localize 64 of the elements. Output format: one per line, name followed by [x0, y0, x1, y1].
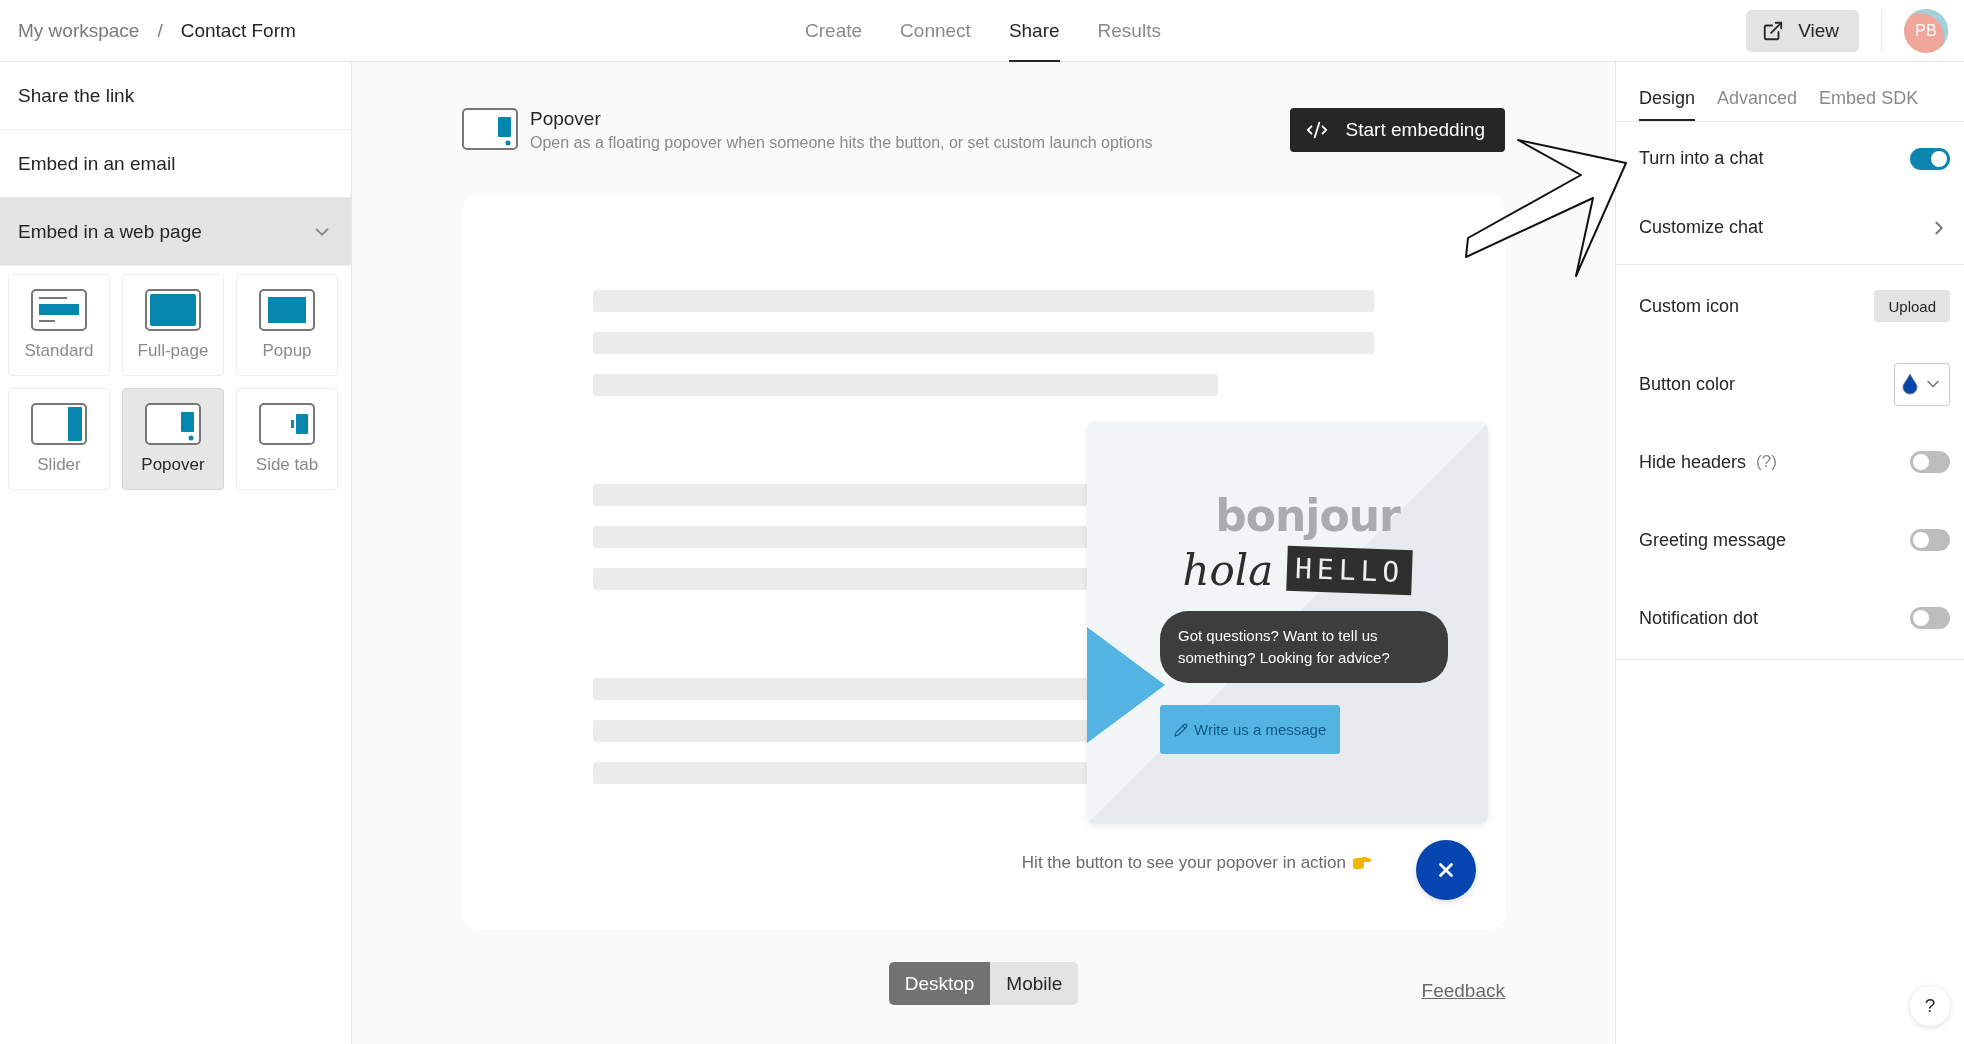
greeting-label: HELLO	[1286, 545, 1414, 596]
setting-label: Customize chat	[1639, 217, 1764, 238]
panel-tab[interactable]: Design	[1639, 62, 1696, 121]
embed-type-label: Slider	[37, 455, 81, 475]
device-toggle[interactable]: Desktop	[888, 962, 991, 1005]
embed-type-tile[interactable]: Full-page	[122, 274, 224, 376]
popup-layout-icon	[259, 289, 315, 331]
sidebar-item-label: Embed in an email	[18, 152, 176, 175]
sidebar-item[interactable]: Embed in a web page	[0, 198, 351, 266]
setting-label: Turn into a chat	[1639, 148, 1764, 169]
close-button[interactable]	[1416, 840, 1476, 900]
side-tab-layout-icon	[259, 403, 315, 445]
embed-type-label: Standard	[24, 341, 94, 361]
greeting-art-text: bonjour	[1215, 494, 1400, 538]
embed-type-label: Side tab	[255, 455, 319, 475]
slider-layout-icon	[31, 403, 87, 445]
setting-label: Custom icon	[1639, 295, 1740, 317]
embed-type-tile[interactable]: Slider	[8, 388, 110, 490]
chat-bubble: Got questions? Want to tell us something? Looking for advice?	[1160, 611, 1448, 683]
breadcrumb-link[interactable]: My workspace	[18, 20, 140, 42]
embed-type-tile[interactable]: Popup	[236, 274, 338, 376]
nav-tab[interactable]: Connect	[900, 0, 971, 62]
help-button[interactable]: ?	[1910, 986, 1950, 1026]
upload-button[interactable]: Upload	[1874, 290, 1950, 322]
nav-tab[interactable]: Create	[805, 0, 863, 62]
pointing-hand-icon	[1352, 856, 1372, 870]
greeting-art-text: hola	[1182, 546, 1274, 595]
device-toggle[interactable]: Mobile	[990, 962, 1079, 1005]
color-picker[interactable]	[1894, 362, 1950, 406]
form-title: Contact Form	[180, 20, 296, 42]
embed-type-tile[interactable]: Popover	[122, 388, 224, 490]
panel-tab[interactable]: Embed SDK	[1819, 62, 1919, 121]
view-button[interactable]: View	[1746, 10, 1859, 52]
toggle-switch[interactable]	[1910, 529, 1950, 551]
embed-type-label: Popup	[262, 341, 312, 361]
nav-tab[interactable]: Results	[1097, 0, 1161, 62]
write-message-button[interactable]: Write us a message	[1160, 705, 1341, 754]
sidebar-item-label: Share the link	[18, 84, 135, 107]
embed-description: Open as a floating popover when someone hits the button, or set custom launch options	[530, 133, 1153, 152]
preview-hint: Hit the button to see your popover in action	[1021, 853, 1346, 873]
setting-label: Notification dot	[1639, 607, 1759, 629]
setting-label: Hide headers	[1639, 451, 1747, 473]
toggle-switch[interactable]	[1910, 451, 1950, 473]
full-page-layout-icon	[145, 289, 201, 331]
start-embedding-button[interactable]: Start embedding	[1289, 107, 1505, 152]
toggle-switch[interactable]	[1910, 147, 1950, 170]
pencil-icon	[1174, 722, 1188, 737]
toggle-switch[interactable]	[1910, 607, 1950, 629]
setting-label: Greeting message	[1639, 529, 1787, 551]
popover-layout-icon	[145, 403, 201, 445]
embed-type-label: Full-page	[137, 341, 209, 361]
standard-layout-icon	[31, 289, 87, 331]
panel-tab[interactable]: Advanced	[1717, 62, 1798, 121]
embed-title: Popover	[530, 107, 602, 130]
external-link-icon	[1762, 20, 1785, 42]
popover-layout-icon	[462, 107, 518, 150]
sidebar-item-label: Embed in a web page	[18, 220, 202, 243]
help-hint[interactable]: (?)	[1756, 452, 1777, 472]
embed-type-tile[interactable]: Standard	[8, 274, 110, 376]
setting-label: Button color	[1639, 373, 1736, 395]
breadcrumb-separator: /	[157, 20, 163, 42]
embed-type-tile[interactable]: Side tab	[236, 388, 338, 490]
embed-type-label: Popover	[141, 455, 205, 475]
feedback-link[interactable]: Feedback	[1421, 979, 1505, 1002]
